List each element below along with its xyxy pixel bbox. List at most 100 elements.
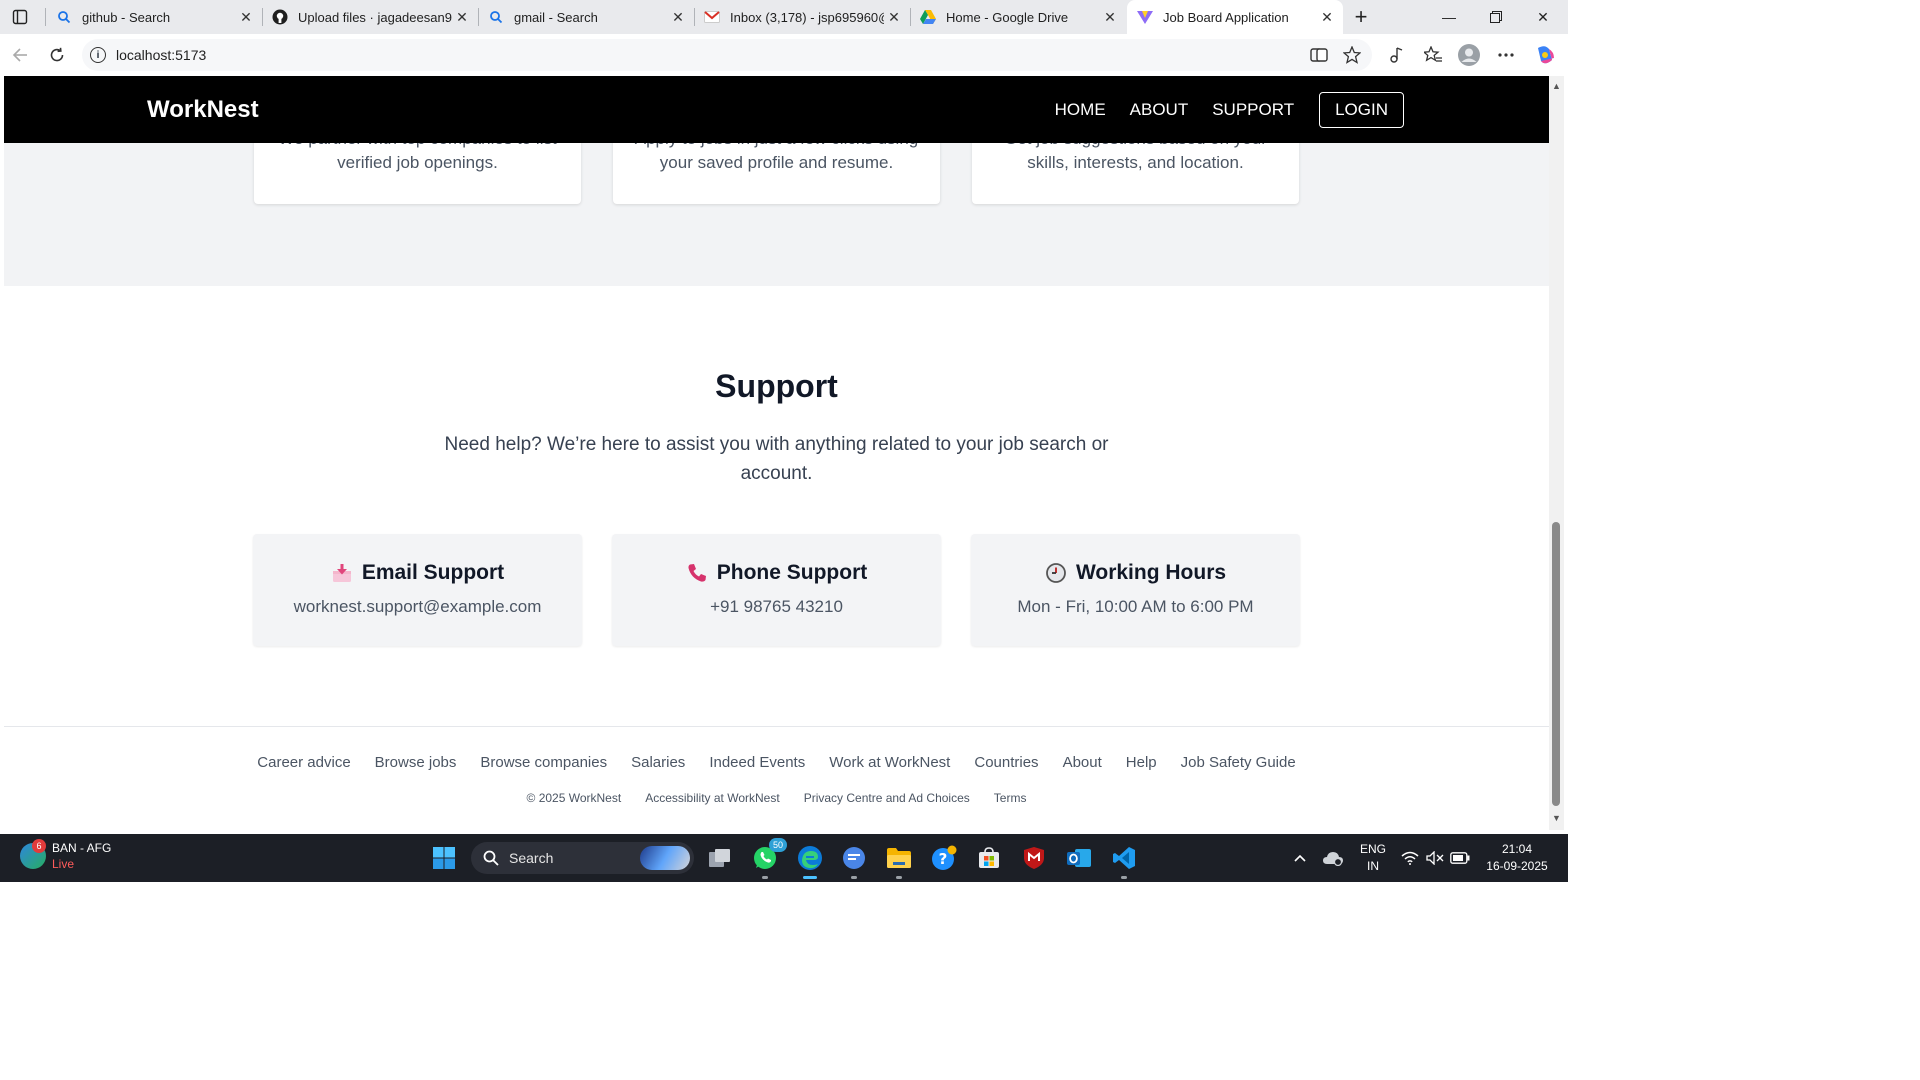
- github-icon: [272, 9, 288, 25]
- support-title: Support: [715, 368, 838, 404]
- phone-icon: [686, 562, 708, 584]
- footer-link-indeed-events[interactable]: Indeed Events: [709, 754, 805, 771]
- clock-time: 21:04: [1501, 842, 1533, 856]
- close-icon[interactable]: ✕: [236, 7, 256, 27]
- footer-link-accessibility[interactable]: Accessibility at WorkNest: [645, 791, 779, 805]
- show-hidden-icons-chevron-icon[interactable]: [1284, 842, 1316, 874]
- back-icon[interactable]: [8, 43, 32, 67]
- login-button[interactable]: LOGIN: [1319, 92, 1404, 128]
- phone-support-value[interactable]: +91 98765 43210: [612, 597, 941, 617]
- tab-upload-files[interactable]: Upload files · jagadeesan914 ✕: [262, 0, 478, 34]
- close-window-icon[interactable]: ✕: [1520, 0, 1566, 34]
- onedrive-cloud-icon[interactable]: [1318, 842, 1348, 874]
- refresh-icon[interactable]: [45, 43, 69, 67]
- vscode-icon[interactable]: [1108, 842, 1140, 879]
- edge-browser-icon[interactable]: [794, 842, 826, 879]
- features-section: We partner with top companies to list ve…: [4, 103, 1549, 286]
- whatsapp-unread-badge: 50: [769, 838, 787, 852]
- read-aloud-icon[interactable]: [1307, 43, 1331, 67]
- chat-app-icon[interactable]: [838, 842, 870, 879]
- tab-gmail-search[interactable]: gmail - Search ✕: [478, 0, 694, 34]
- close-icon[interactable]: ✕: [1100, 7, 1120, 27]
- footer-link-terms[interactable]: Terms: [994, 791, 1027, 805]
- more-options-icon[interactable]: [1494, 43, 1518, 67]
- favorites-icon[interactable]: [1421, 43, 1445, 67]
- widget-title: BAN - AFG: [52, 841, 112, 855]
- taskbar-search[interactable]: Search: [471, 842, 694, 874]
- volume-muted-icon[interactable]: [1422, 842, 1448, 874]
- profile-avatar-icon[interactable]: [1457, 43, 1481, 67]
- footer-link-job-safety-guide[interactable]: Job Safety Guide: [1181, 754, 1296, 771]
- system-clock[interactable]: 21:04 16-09-2025: [1482, 841, 1552, 875]
- footer-link-browse-companies[interactable]: Browse companies: [480, 754, 607, 771]
- windows-start-icon[interactable]: [428, 842, 460, 874]
- widget-status: Live: [52, 857, 75, 871]
- nav-home-link[interactable]: HOME: [1055, 100, 1106, 120]
- file-explorer-icon[interactable]: [883, 842, 915, 879]
- footer-link-work-at-worknest[interactable]: Work at WorkNest: [829, 754, 950, 771]
- scroll-up-arrow-icon[interactable]: ▲: [1552, 82, 1561, 91]
- tab-gmail-inbox[interactable]: Inbox (3,178) - jsp695960@g ✕: [694, 0, 910, 34]
- footer-link-help[interactable]: Help: [1126, 754, 1157, 771]
- footer-link-career-advice[interactable]: Career advice: [257, 754, 350, 771]
- vite-icon: [1137, 9, 1153, 25]
- battery-icon[interactable]: [1447, 842, 1473, 874]
- tab-title: Inbox (3,178) - jsp695960@g: [730, 9, 884, 25]
- gmail-icon: [704, 9, 720, 25]
- tab-github-search[interactable]: github - Search ✕: [46, 0, 262, 34]
- weather-widget[interactable]: 6 BAN - AFG Live: [20, 839, 112, 872]
- footer-link-countries[interactable]: Countries: [974, 754, 1038, 771]
- working-hours-card: Working Hours Mon - Fri, 10:00 AM to 6:0…: [971, 534, 1300, 646]
- widget-badge: 6: [32, 839, 46, 853]
- get-help-icon[interactable]: ?: [928, 842, 960, 874]
- email-support-value[interactable]: worknest.support@example.com: [253, 597, 582, 617]
- close-icon[interactable]: ✕: [452, 7, 472, 27]
- search-icon: [488, 9, 504, 25]
- search-highlight-image: [640, 846, 690, 870]
- browser-toolbar: i localhost:5173: [0, 34, 1568, 76]
- scroll-down-arrow-icon[interactable]: ▼: [1552, 814, 1561, 823]
- whatsapp-icon[interactable]: 50: [749, 838, 787, 879]
- tab-title: Home - Google Drive: [946, 9, 1069, 25]
- copilot-icon[interactable]: [1533, 43, 1557, 67]
- tab-actions-menu-icon[interactable]: [8, 5, 32, 29]
- site-navbar: WorkNest HOME ABOUT SUPPORT LOGIN: [4, 76, 1549, 143]
- tab-job-board-application[interactable]: Job Board Application ✕: [1127, 0, 1343, 34]
- outlook-icon[interactable]: [1063, 842, 1095, 874]
- favorite-star-icon[interactable]: [1340, 43, 1364, 67]
- footer-link-privacy[interactable]: Privacy Centre and Ad Choices: [804, 791, 970, 805]
- task-view-icon[interactable]: [704, 842, 736, 874]
- footer-link-salaries[interactable]: Salaries: [631, 754, 685, 771]
- nav-about-link[interactable]: ABOUT: [1130, 100, 1189, 120]
- input-language-indicator[interactable]: ENG IN: [1356, 841, 1390, 875]
- nav-support-link[interactable]: SUPPORT: [1212, 100, 1294, 120]
- tab-title: Upload files · jagadeesan914: [298, 9, 452, 25]
- minimize-icon[interactable]: —: [1426, 0, 1472, 34]
- address-bar[interactable]: i localhost:5173: [82, 39, 1372, 71]
- mcafee-icon[interactable]: [1018, 842, 1050, 874]
- running-indicator: [851, 876, 857, 879]
- footer-link-browse-jobs[interactable]: Browse jobs: [375, 754, 457, 771]
- tab-title: github - Search: [82, 9, 171, 25]
- running-indicator: [762, 876, 768, 879]
- working-hours-value: Mon - Fri, 10:00 AM to 6:00 PM: [1017, 597, 1254, 616]
- svg-text:?: ?: [939, 850, 948, 868]
- close-icon[interactable]: ✕: [668, 7, 688, 27]
- google-drive-icon: [920, 9, 936, 25]
- search-icon: [56, 9, 72, 25]
- close-icon[interactable]: ✕: [1317, 7, 1337, 27]
- tab-google-drive[interactable]: Home - Google Drive ✕: [910, 0, 1126, 34]
- microsoft-store-icon[interactable]: [973, 842, 1005, 874]
- site-info-icon[interactable]: i: [90, 47, 106, 63]
- footer-link-about[interactable]: About: [1063, 754, 1102, 771]
- brand-logo[interactable]: WorkNest: [147, 96, 259, 124]
- close-icon[interactable]: ✕: [884, 7, 904, 27]
- wifi-icon[interactable]: [1397, 842, 1423, 874]
- scroll-thumb[interactable]: [1552, 522, 1560, 806]
- page-scrollbar[interactable]: ▲ ▼: [1549, 76, 1564, 830]
- restore-icon[interactable]: [1473, 0, 1519, 34]
- new-tab-icon[interactable]: +: [1349, 4, 1373, 29]
- nav-links: HOME ABOUT SUPPORT LOGIN: [1031, 92, 1404, 128]
- media-icon[interactable]: [1385, 43, 1409, 67]
- clock-icon: [1045, 562, 1067, 584]
